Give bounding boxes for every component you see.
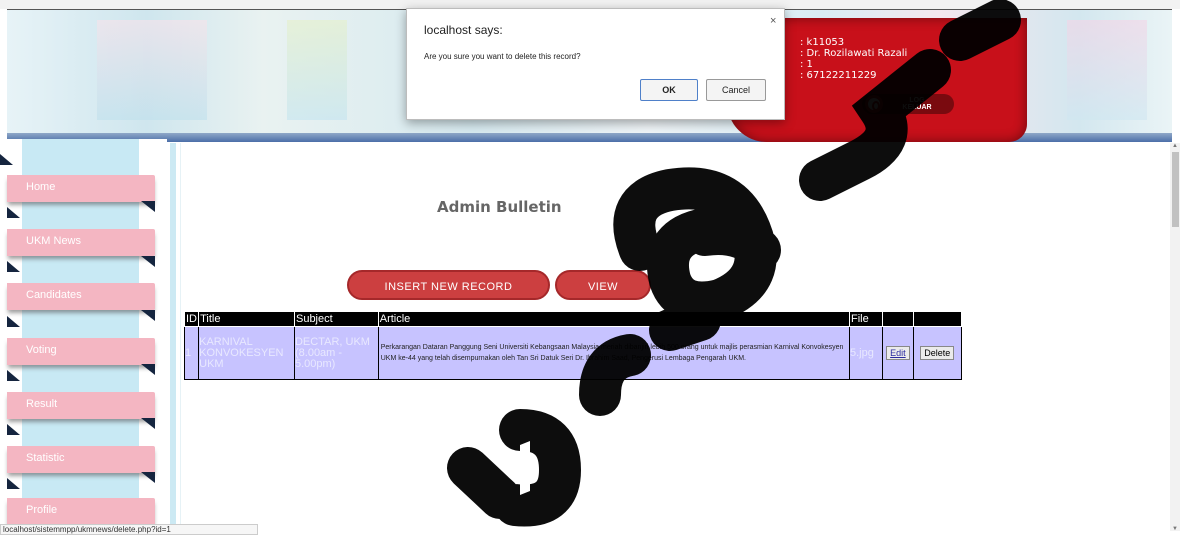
- nav-decor-triangle: [141, 310, 155, 321]
- sidebar-item-profile[interactable]: Profile: [7, 498, 155, 525]
- column-header-edit: [882, 311, 914, 327]
- logout-label-line1: LOG: [909, 97, 925, 104]
- power-icon: [865, 95, 883, 113]
- header-decor: [97, 20, 207, 120]
- bulletin-table: ID Title Subject Article File 1 KARNIVAL…: [183, 311, 963, 380]
- sidebar-item-candidates[interactable]: Candidates: [7, 283, 155, 310]
- delete-button[interactable]: Delete: [920, 346, 955, 360]
- cell-edit: Edit: [882, 326, 914, 380]
- header-decor: [1067, 20, 1147, 120]
- scrollbar-thumb[interactable]: [1172, 152, 1179, 227]
- dialog-title: localhost says:: [424, 23, 503, 37]
- nav-decor-triangle: [7, 424, 20, 435]
- nav-decor-triangle: [7, 207, 20, 218]
- cell-delete: Delete: [912, 326, 963, 380]
- cell-subject: DECTAR, UKM (8.00am - 5.00pm): [293, 326, 379, 380]
- dialog-message: Are you sure you want to delete this rec…: [424, 52, 581, 61]
- column-header-title: Title: [198, 311, 295, 327]
- nav-decor-triangle: [141, 201, 155, 212]
- sidebar-item-result[interactable]: Result: [7, 392, 155, 419]
- logout-button[interactable]: LOG KELUAR: [862, 94, 954, 114]
- nav-decor-triangle: [7, 261, 20, 272]
- sidebar-item-home[interactable]: Home: [7, 175, 155, 202]
- content-divider-line: [180, 143, 181, 531]
- nav-decor-triangle: [7, 370, 20, 381]
- view-button[interactable]: VIEW: [555, 270, 651, 300]
- confirm-dialog: localhost says: × Are you sure you want …: [406, 8, 785, 120]
- logout-label-line2: KELUAR: [902, 104, 932, 111]
- sidebar-item-voting[interactable]: Voting: [7, 338, 155, 365]
- nav-decor-triangle: [0, 154, 13, 165]
- status-bar-url: localhost/sistemmpp/ukmnews/delete.php?i…: [0, 524, 258, 535]
- column-header-file: File: [848, 311, 884, 327]
- column-header-delete: [912, 311, 963, 327]
- nav-decor-triangle: [141, 364, 155, 375]
- nav-decor-triangle: [141, 256, 155, 267]
- cell-article: Perkarangan Dataran Panggung Seni Univer…: [377, 326, 850, 380]
- table-row: 1 KARNIVAL KONVOKESYEN UKM DECTAR, UKM (…: [183, 326, 963, 380]
- user-phone: : 67122211229: [800, 70, 877, 81]
- column-header-subject: Subject: [293, 311, 379, 327]
- browser-viewport: { "header": { "user": { "id": ": k11053"…: [0, 0, 1180, 535]
- content-divider: [170, 143, 176, 531]
- user-level: : 1: [800, 59, 813, 70]
- cell-title: KARNIVAL KONVOKESYEN UKM: [198, 326, 295, 380]
- column-header-article: Article: [377, 311, 850, 327]
- logout-label: LOG KELUAR: [886, 97, 948, 111]
- table-header-row: ID Title Subject Article File: [183, 311, 963, 327]
- nav-decor-triangle: [7, 478, 20, 489]
- edit-button[interactable]: Edit: [886, 346, 910, 360]
- cell-id: 1: [183, 326, 200, 380]
- close-icon[interactable]: ×: [770, 15, 776, 27]
- page-title: Admin Bulletin: [437, 198, 562, 216]
- nav-decor-triangle: [7, 316, 20, 327]
- cancel-button[interactable]: Cancel: [706, 79, 766, 101]
- cell-file: 5.jpg: [848, 326, 884, 380]
- user-info: : k11053 : Dr. Rozilawati Razali : 1 : 6…: [800, 37, 907, 81]
- user-name: : Dr. Rozilawati Razali: [800, 48, 908, 59]
- ok-button[interactable]: OK: [640, 79, 698, 101]
- nav-decor-triangle: [141, 472, 155, 483]
- sidebar-item-statistic[interactable]: Statistic: [7, 446, 155, 473]
- sidebar-item-ukm-news[interactable]: UKM News: [7, 229, 155, 256]
- column-header-id: ID: [183, 311, 200, 327]
- user-id: : k11053: [800, 37, 845, 48]
- scroll-down-arrow-icon[interactable]: ▼: [1172, 526, 1178, 532]
- insert-new-record-button[interactable]: INSERT NEW RECORD: [347, 270, 550, 300]
- nav-decor-triangle: [141, 418, 155, 429]
- scroll-up-arrow-icon[interactable]: ▲: [1172, 143, 1178, 149]
- header-decor: [287, 20, 347, 120]
